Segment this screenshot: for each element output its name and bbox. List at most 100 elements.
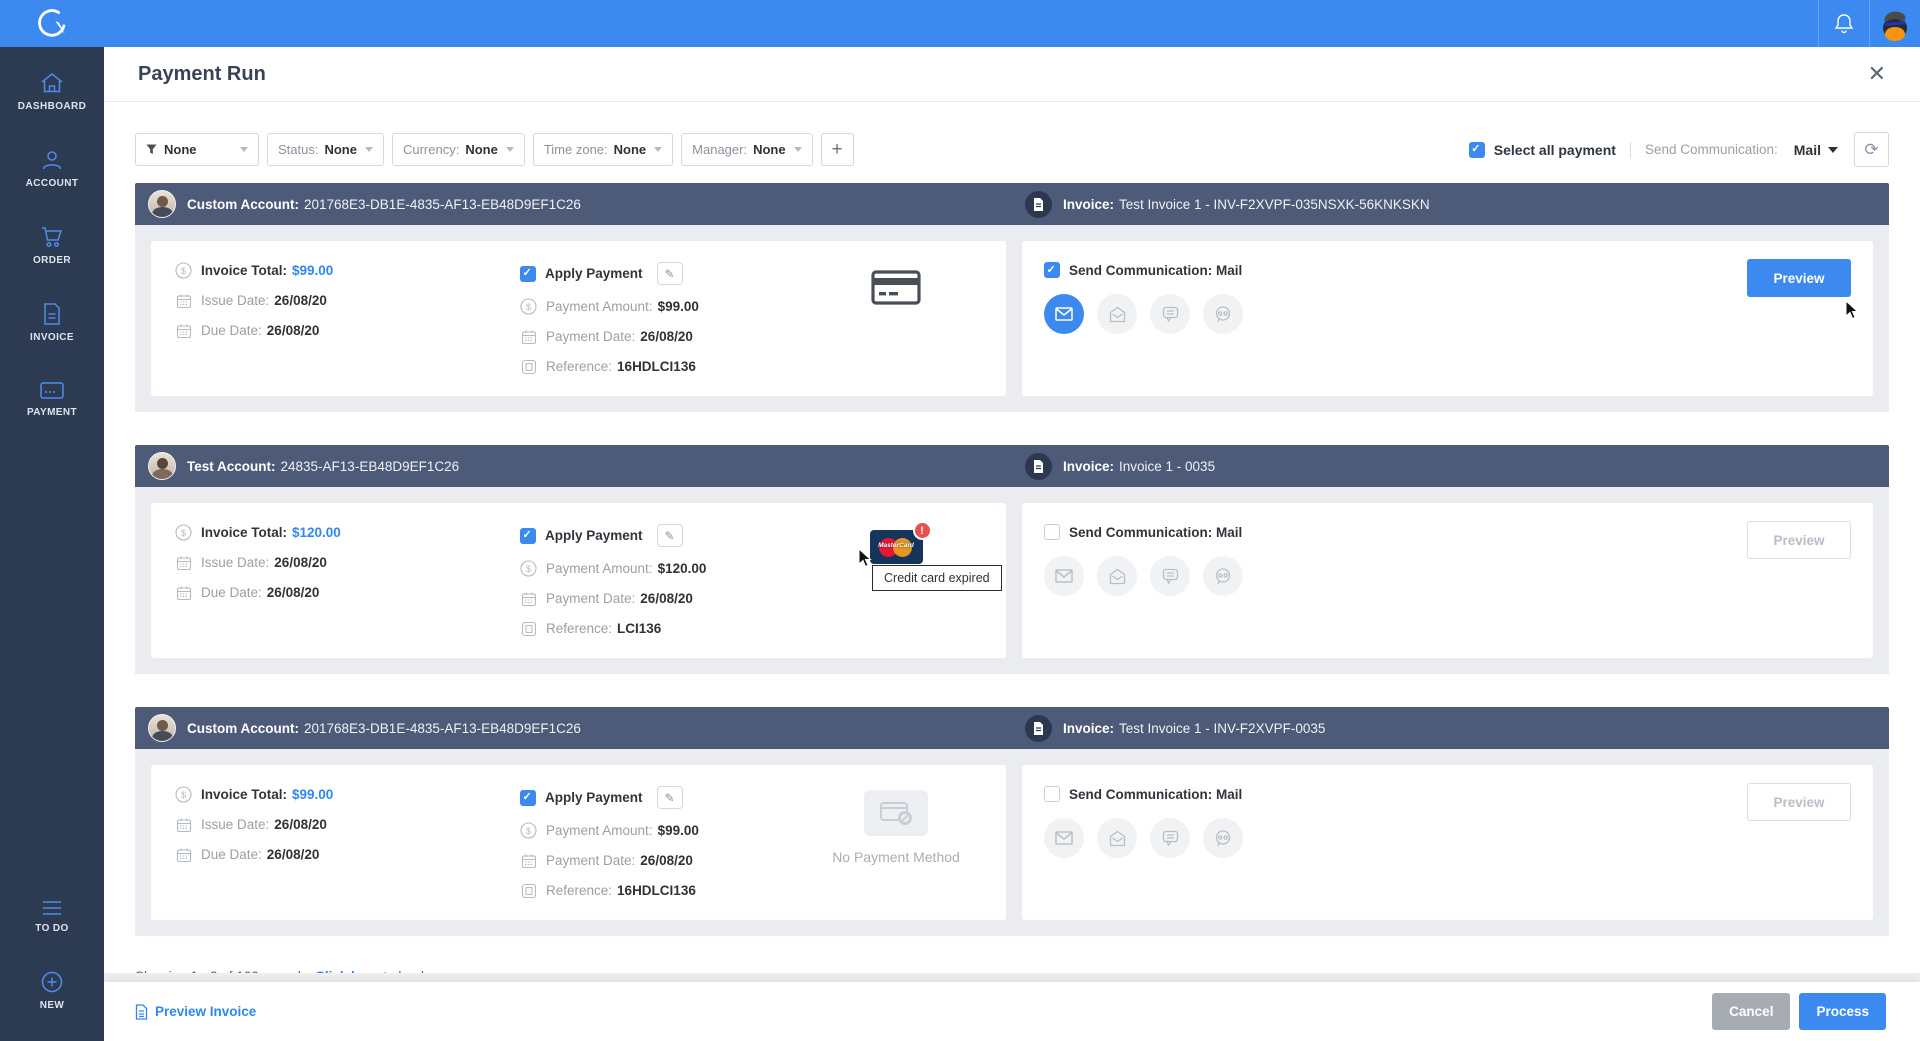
process-button[interactable]: Process: [1799, 993, 1886, 1030]
chevron-down-icon: [505, 147, 514, 152]
primary-filter-select[interactable]: None: [135, 133, 259, 166]
app-logo[interactable]: [0, 0, 104, 47]
communication-type-select[interactable]: Mail: [1794, 142, 1838, 158]
status-filter-select[interactable]: Status: None: [267, 133, 384, 166]
voicemail-icon: [1215, 829, 1231, 846]
credit-card-icon: [871, 270, 921, 305]
payment-date-value: 26/08/20: [640, 329, 693, 344]
sidebar-item-dashboard[interactable]: DASHBOARD: [0, 65, 104, 118]
preview-invoice-label: Preview Invoice: [155, 1004, 257, 1019]
payment-card: Test Account: 24835-AF13-EB48D9EF1C26 In…: [135, 445, 1889, 674]
apply-payment-checkbox[interactable]: [520, 265, 536, 282]
edit-payment-button[interactable]: ✎: [656, 524, 683, 547]
payment-amount-value: $99.00: [657, 823, 699, 838]
credit-card-icon: [40, 382, 64, 399]
add-filter-button[interactable]: +: [820, 133, 854, 166]
send-communication-label: Send Communication: Mail: [1069, 524, 1243, 540]
email-channel-button[interactable]: [1044, 294, 1084, 334]
topbar: [0, 0, 1920, 47]
payment-run-app: DASHBOARD ACCOUNT ORDER INVOICE PAYMENT: [0, 0, 1920, 1041]
send-communication-checkbox[interactable]: [1044, 524, 1060, 540]
letter-channel-button[interactable]: [1097, 294, 1137, 334]
due-date-value: 26/08/20: [266, 585, 320, 600]
mastercard-payment-method[interactable]: MasterCard !: [869, 521, 932, 564]
account-avatar: [148, 452, 176, 480]
timezone-filter-select[interactable]: Time zone: None: [532, 133, 674, 166]
dollar-icon: $: [520, 822, 537, 839]
select-all-checkbox[interactable]: [1468, 141, 1485, 158]
main-content: Payment Run ✕ None Status: None Currency…: [104, 47, 1920, 1041]
edit-payment-button[interactable]: ✎: [656, 786, 683, 809]
issue-date-value: 26/08/20: [274, 817, 327, 832]
email-channel-button[interactable]: [1044, 818, 1084, 858]
letter-channel-button[interactable]: [1097, 556, 1137, 596]
account-id: 201768E3-DB1E-4835-AF13-EB48D9EF1C26: [304, 720, 581, 736]
email-channel-button[interactable]: [1044, 556, 1084, 596]
invoice-total-value[interactable]: $120.00: [292, 525, 341, 540]
communication-panel: Send Communication: Mail: [1022, 503, 1873, 658]
preview-invoice-link[interactable]: Preview Invoice: [135, 1003, 257, 1020]
chat-icon: [1162, 830, 1178, 846]
due-date-label: Due Date:: [201, 323, 262, 338]
chevron-down-icon: [364, 147, 373, 152]
send-communication-checkbox[interactable]: [1044, 786, 1060, 802]
invoice-icon: [1034, 197, 1043, 211]
dollar-icon: $: [175, 262, 192, 279]
payment-date-value: 26/08/20: [640, 591, 693, 606]
scroll-area[interactable]: None Status: None Currency: None Time zo…: [104, 102, 1920, 973]
calendar-icon: [520, 852, 537, 869]
user-menu-button[interactable]: [1869, 0, 1920, 47]
apply-payment-checkbox[interactable]: [520, 527, 536, 544]
invoice-total-label: Invoice Total:: [201, 263, 288, 278]
currency-filter-select[interactable]: Currency: None: [391, 133, 525, 166]
sidebar-item-invoice[interactable]: INVOICE: [0, 296, 104, 349]
cart-icon: [42, 227, 63, 248]
mouse-cursor: [1845, 300, 1859, 320]
sidebar-item-todo[interactable]: TO DO: [0, 893, 104, 940]
payment-card-body: $ Invoice Total: $99.00 Issue Date: 26/0…: [135, 225, 1889, 412]
chat-icon: [1162, 568, 1178, 584]
sidebar-item-payment[interactable]: PAYMENT: [0, 373, 104, 424]
notifications-button[interactable]: [1818, 0, 1869, 47]
sidebar-item-new[interactable]: NEW: [0, 964, 104, 1017]
mail-icon: [1055, 831, 1073, 845]
page-header: Payment Run ✕: [104, 47, 1920, 102]
payment-date-value: 26/08/20: [640, 853, 693, 868]
sms-channel-button[interactable]: [1150, 294, 1190, 334]
sms-channel-button[interactable]: [1150, 818, 1190, 858]
issue-date-label: Issue Date:: [201, 293, 270, 308]
due-date-label: Due Date:: [201, 847, 262, 862]
voice-channel-button[interactable]: [1203, 294, 1243, 334]
invoice-label: Invoice:: [1063, 196, 1115, 212]
preview-button[interactable]: Preview: [1747, 259, 1851, 297]
sidebar-item-order[interactable]: ORDER: [0, 219, 104, 272]
payment-card-header: Test Account: 24835-AF13-EB48D9EF1C26 In…: [135, 445, 1889, 487]
edit-payment-button[interactable]: ✎: [656, 262, 683, 285]
bell-icon: [1834, 13, 1854, 33]
account-label: Custom Account:: [187, 720, 299, 736]
reference-icon: [520, 882, 537, 899]
filter-value: None: [753, 142, 786, 157]
communication-panel: Send Communication: Mail: [1022, 241, 1873, 396]
letter-channel-button[interactable]: [1097, 818, 1137, 858]
invoice-badge: [1025, 452, 1052, 480]
sidebar-item-account[interactable]: ACCOUNT: [0, 142, 104, 195]
cancel-button[interactable]: Cancel: [1712, 993, 1791, 1030]
close-icon[interactable]: ✕: [1868, 63, 1886, 85]
invoice-total-value[interactable]: $99.00: [292, 787, 333, 802]
refresh-button[interactable]: ⟳: [1854, 132, 1889, 167]
sms-channel-button[interactable]: [1150, 556, 1190, 596]
plus-circle-icon: [41, 971, 63, 993]
voice-channel-button[interactable]: [1203, 818, 1243, 858]
chevron-down-icon: [1828, 146, 1838, 153]
send-communication-label: Send Communication: Mail: [1069, 786, 1243, 802]
filter-value: None: [465, 142, 498, 157]
invoice-total-value[interactable]: $99.00: [292, 263, 333, 278]
send-communication-label: Send Communication:: [1644, 142, 1778, 157]
voice-channel-button[interactable]: [1203, 556, 1243, 596]
footer: Preview Invoice Cancel Process: [104, 982, 1920, 1041]
manager-filter-select[interactable]: Manager: None: [681, 133, 813, 166]
send-communication-checkbox[interactable]: [1044, 262, 1060, 278]
apply-payment-checkbox[interactable]: [520, 789, 536, 806]
page-title: Payment Run: [138, 62, 266, 85]
